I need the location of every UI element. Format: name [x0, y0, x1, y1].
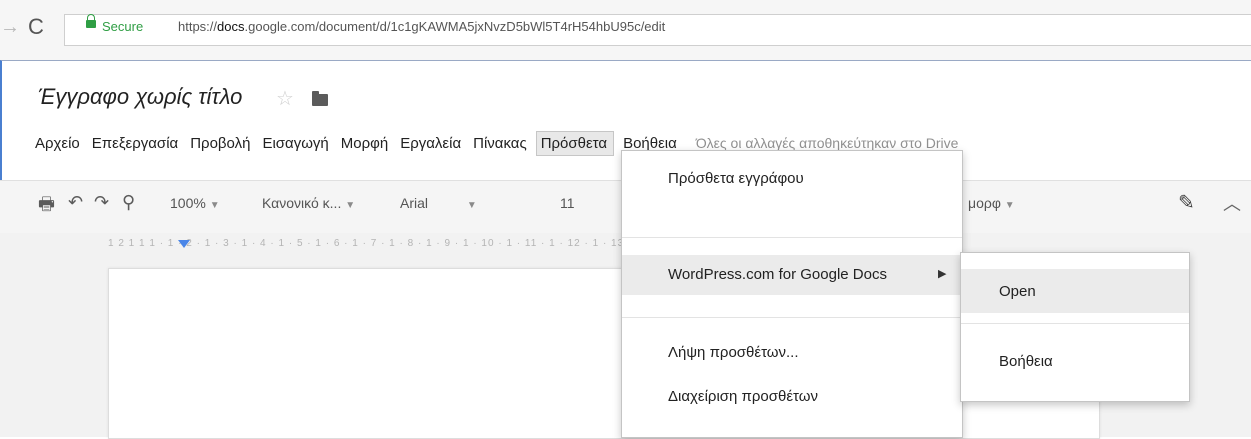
dropdown-item-wordpress[interactable]: WordPress.com for Google Docs ▶ [622, 255, 962, 295]
submenu-item-help[interactable]: Βοήθεια [961, 339, 1189, 383]
menu-addons[interactable]: Πρόσθετα [535, 130, 615, 156]
folder-icon[interactable] [312, 91, 328, 106]
zoom-select[interactable]: 100% ▼ [170, 195, 220, 211]
addons-dropdown: Πρόσθετα εγγράφου WordPress.com for Goog… [621, 150, 963, 438]
chevron-down-icon: ▼ [1004, 200, 1015, 211]
menu-tools[interactable]: Εργαλεία [397, 131, 464, 156]
url-rest: .google.com/document/d/1c1gKAWMA5jxNvzD5… [244, 19, 666, 34]
divider [622, 237, 962, 238]
more-format-select[interactable]: μορφ ▼ [968, 195, 1015, 211]
document-title[interactable]: Έγγραφο χωρίς τίτλο [38, 84, 242, 110]
dropdown-item-document-addons[interactable]: Πρόσθετα εγγράφου [622, 159, 962, 199]
reload-icon[interactable]: C [28, 14, 44, 40]
submenu-item-open[interactable]: Open [961, 269, 1189, 313]
url-host: docs [217, 19, 245, 34]
lock-icon [86, 14, 96, 28]
url-prefix: https:// [178, 19, 218, 34]
chevron-up-icon[interactable]: ︿ [1223, 190, 1241, 216]
wordpress-submenu: Open Βοήθεια [960, 252, 1190, 402]
dropdown-item-label: Πρόσθετα εγγράφου [668, 170, 804, 187]
redo-icon[interactable]: ↷ [94, 192, 109, 213]
dropdown-item-label: Λήψη προσθέτων... [668, 344, 799, 361]
zoom-value: 100% [170, 195, 206, 211]
font-size-value: 11 [560, 195, 575, 211]
paint-format-icon[interactable]: ⚲ [122, 192, 135, 213]
secure-label: Secure [102, 19, 144, 34]
dropdown-item-label: Διαχείριση προσθέτων [668, 388, 818, 405]
font-size-select[interactable]: 11 [560, 195, 575, 211]
dropdown-item-label: WordPress.com for Google Docs [668, 266, 887, 283]
submenu-arrow-icon: ▶ [938, 268, 947, 280]
forward-arrow-icon[interactable]: → [0, 16, 20, 39]
submenu-item-label: Βοήθεια [999, 353, 1053, 370]
chevron-down-icon: ▼ [345, 200, 356, 211]
dropdown-item-manage-addons[interactable]: Διαχείριση προσθέτων [622, 377, 962, 417]
submenu-item-label: Open [999, 283, 1036, 300]
menu-view[interactable]: Προβολή [187, 131, 253, 156]
menu-file[interactable]: Αρχείο [32, 131, 83, 156]
divider [961, 323, 1189, 324]
chevron-down-icon: ▼ [209, 200, 220, 211]
chevron-down-icon: ▼ [466, 200, 477, 211]
url-text[interactable]: https://docs.google.com/document/d/1c1gK… [178, 19, 665, 34]
pen-icon[interactable]: ✎ [1178, 190, 1195, 215]
divider [622, 317, 962, 318]
menu-format[interactable]: Μορφή [338, 131, 391, 156]
more-format-value: μορφ [968, 195, 1001, 211]
print-icon[interactable]: 🖶 [38, 192, 55, 222]
style-value: Κανονικό κ... [262, 195, 342, 211]
font-select[interactable]: Arial ▼ [400, 195, 477, 211]
menu-edit[interactable]: Επεξεργασία [89, 131, 181, 156]
style-select[interactable]: Κανονικό κ... ▼ [262, 195, 355, 211]
menu-table[interactable]: Πίνακας [470, 131, 530, 156]
dropdown-item-get-addons[interactable]: Λήψη προσθέτων... [622, 333, 962, 373]
star-icon[interactable]: ☆ [276, 86, 294, 111]
indent-marker[interactable] [178, 240, 190, 248]
undo-icon[interactable]: ↶ [68, 192, 83, 213]
font-value: Arial [400, 195, 429, 211]
menu-insert[interactable]: Εισαγωγή [259, 131, 331, 156]
last-edit-status[interactable]: Όλες οι αλλαγές αποθηκεύτηκαν στο Drive [696, 135, 959, 151]
